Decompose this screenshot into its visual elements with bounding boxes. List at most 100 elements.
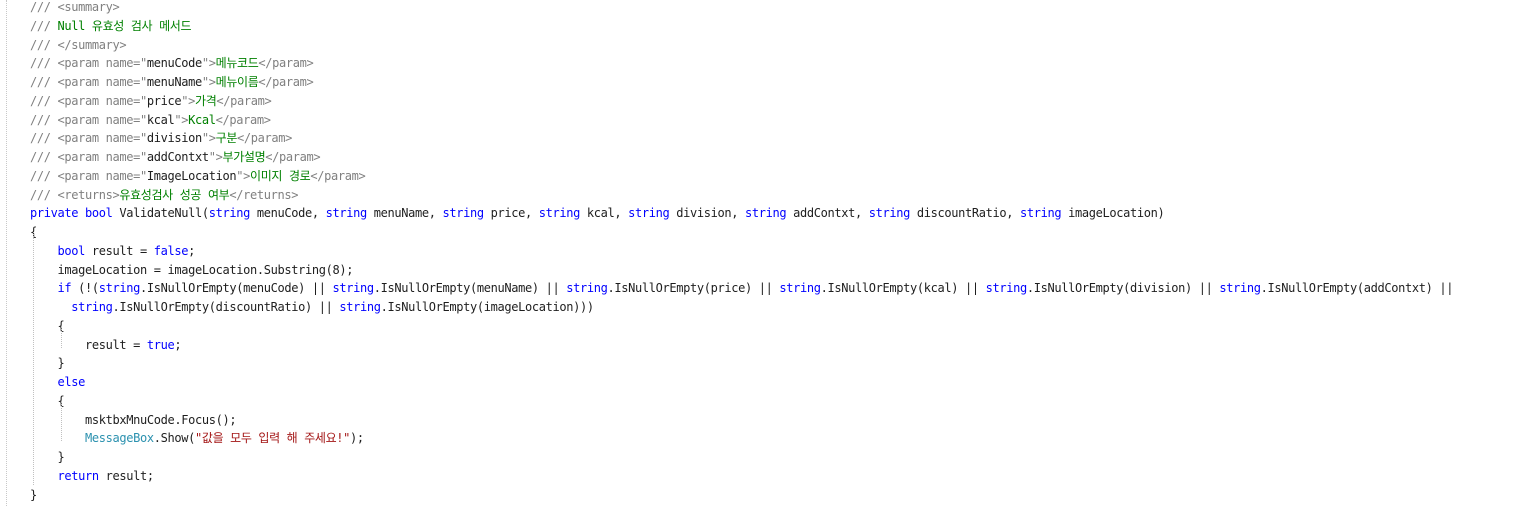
code-token: </param>: [216, 93, 272, 108]
code-line[interactable]: /// <param name="addContxt">부가설명</param>: [30, 148, 1453, 167]
code-token: /// <param name=": [30, 112, 147, 127]
indent-guide: [61, 326, 62, 348]
code-line[interactable]: bool result = false;: [30, 242, 1453, 261]
code-line[interactable]: {: [30, 317, 1453, 336]
code-token: ">: [174, 112, 189, 127]
code-token: /// <param name=": [30, 131, 147, 146]
code-token: string: [1219, 281, 1261, 296]
code-line[interactable]: if (!(string.IsNullOrEmpty(menuCode) || …: [30, 279, 1454, 298]
code-line[interactable]: /// <summary>: [30, 0, 1453, 17]
code-token: string: [442, 206, 485, 221]
indent-guide: [61, 401, 62, 441]
code-token: string: [98, 281, 141, 296]
code-line[interactable]: string.IsNullOrEmpty(discountRatio) || s…: [30, 298, 1453, 317]
code-token: 가격: [195, 93, 217, 108]
code-token: .Show(: [153, 431, 196, 446]
code-token: /// <param name=": [30, 150, 147, 164]
code-token: }: [30, 450, 65, 464]
code-token: result =: [30, 337, 147, 352]
code-token: string: [628, 206, 670, 221]
code-token: price: [146, 93, 182, 108]
code-token: return: [57, 468, 100, 483]
code-token: division,: [669, 206, 745, 221]
code-token: </param>: [265, 150, 321, 164]
code-token: }: [30, 487, 37, 502]
code-line[interactable]: result = true;: [30, 336, 1453, 355]
code-line[interactable]: MessageBox.Show("값을 모두 입력 해 주세요!");: [30, 429, 1453, 448]
code-line[interactable]: /// Null 유효성 검사 메서드: [30, 17, 1453, 36]
code-line[interactable]: /// <param name="division">구분</param>: [30, 129, 1453, 148]
code-token: ;: [174, 337, 182, 352]
code-line[interactable]: /// <param name="menuName">메뉴이름</param>: [30, 73, 1453, 92]
code-line[interactable]: /// </summary>: [30, 36, 1453, 55]
code-token: price,: [483, 206, 539, 221]
code-line[interactable]: }: [30, 448, 1453, 467]
code-line[interactable]: imageLocation = imageLocation.Substring(…: [30, 261, 1453, 280]
margin-guide: [6, 0, 7, 506]
code-token: /// <param name=": [30, 168, 147, 183]
code-token: "값을 모두 입력 해 주세요!": [195, 431, 351, 446]
code-token: ImageLocation: [146, 168, 237, 183]
code-lines[interactable]: /// <summary>/// Null 유효성 검사 메서드/// </su…: [30, 0, 1453, 504]
code-line[interactable]: /// <param name="ImageLocation">이미지 경로</…: [30, 167, 1453, 186]
code-token: string: [985, 281, 1028, 296]
code-line[interactable]: /// <returns>유효성검사 성공 여부</returns>: [30, 186, 1453, 205]
code-token: addContxt,: [786, 206, 869, 221]
code-token: ///: [30, 18, 58, 33]
code-token: Null 유효성 검사 메서드: [57, 18, 192, 33]
code-token: .IsNullOrEmpty(division) ||: [1026, 281, 1220, 296]
code-token: }: [30, 356, 65, 371]
code-editor[interactable]: /// <summary>/// Null 유효성 검사 메서드/// </su…: [0, 0, 1521, 506]
code-line[interactable]: /// <param name="kcal">Kcal</param>: [30, 111, 1453, 130]
code-token: imageLocation = imageLocation.Substring(…: [30, 262, 354, 277]
code-token: false: [153, 243, 189, 258]
code-token: true: [146, 337, 175, 352]
code-token: ValidateNull(: [112, 206, 209, 221]
code-token: {: [30, 318, 65, 333]
code-line[interactable]: {: [30, 392, 1453, 411]
code-token: 부가설명: [222, 150, 266, 164]
code-token: MessageBox: [85, 431, 154, 446]
code-token: menuCode,: [250, 206, 326, 221]
code-token: ">: [201, 75, 216, 89]
code-token: /// <summary>: [30, 0, 120, 14]
code-token: .IsNullOrEmpty(menuName) ||: [373, 281, 567, 296]
code-token: kcal: [146, 112, 175, 127]
code-token: (!(: [71, 281, 99, 296]
code-token: </param>: [258, 56, 314, 71]
code-token: {: [30, 393, 65, 408]
code-token: bool: [57, 243, 86, 258]
code-token: ">: [181, 93, 195, 108]
code-token: 이미지 경로: [250, 168, 311, 183]
code-line[interactable]: }: [30, 486, 1453, 505]
code-token: result;: [98, 468, 154, 483]
code-token: 메뉴코드: [215, 56, 259, 71]
code-token: string: [538, 206, 581, 221]
code-line[interactable]: private bool ValidateNull(string menuCod…: [30, 204, 1453, 223]
code-token: string: [566, 281, 608, 296]
indent-guide: [33, 232, 34, 485]
code-token: .IsNullOrEmpty(menuCode) ||: [140, 281, 333, 296]
code-token: /// <param name=": [30, 75, 147, 89]
code-line[interactable]: else: [30, 373, 1453, 392]
code-line[interactable]: {: [30, 223, 1453, 242]
code-token: division: [146, 131, 202, 146]
code-token: imageLocation): [1061, 206, 1165, 221]
code-token: result =: [85, 243, 154, 258]
code-line[interactable]: msktbxMnuCode.Focus();: [30, 411, 1453, 430]
code-token: string: [208, 206, 251, 221]
code-token: /// </summary>: [30, 37, 127, 52]
code-line[interactable]: /// <param name="menuCode">메뉴코드</param>: [30, 54, 1453, 73]
code-token: Kcal: [188, 112, 216, 127]
code-line[interactable]: return result;: [30, 467, 1453, 486]
code-line[interactable]: /// <param name="price">가격</param>: [30, 92, 1453, 111]
code-token: .IsNullOrEmpty(addContxt) ||: [1260, 281, 1454, 296]
code-token: if: [57, 281, 72, 296]
code-line[interactable]: }: [30, 354, 1453, 373]
